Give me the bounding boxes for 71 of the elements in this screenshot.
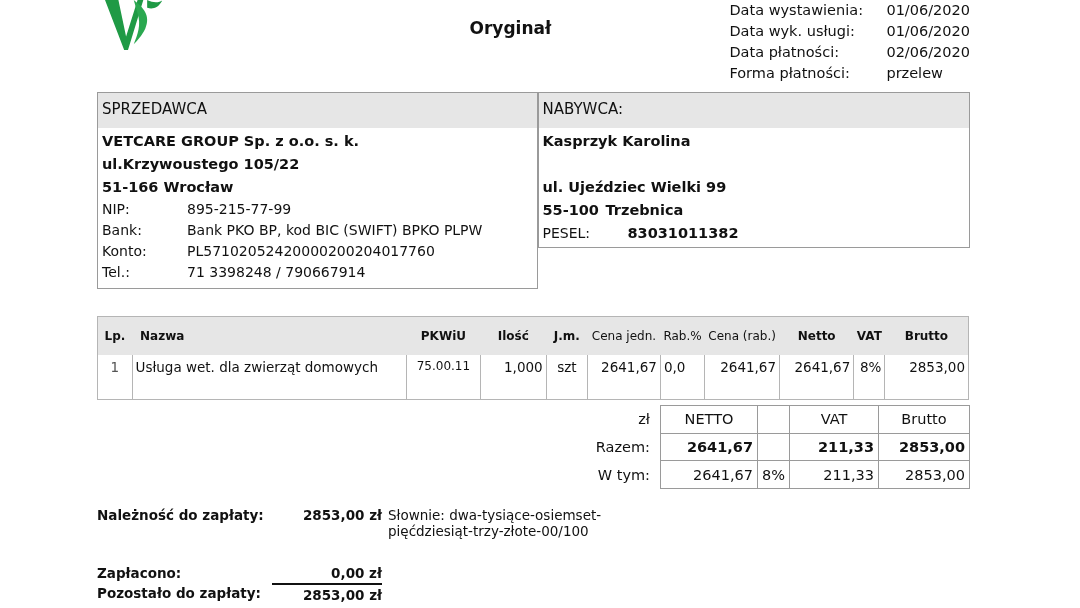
detail-value: 71 3398248 / 790667914 [187, 263, 367, 282]
column-header: Rab.% [660, 316, 705, 355]
detail-value: PL57102052420000200204017760 [187, 242, 436, 261]
column-header: J.m. [546, 316, 588, 355]
column-header: PKWiU [406, 316, 481, 355]
column-header: Brutto [884, 316, 969, 355]
due-amount: 2853,00 zł [301, 507, 382, 523]
date-label: Forma płatności: [729, 64, 851, 83]
table-cell: 211,33 [789, 433, 879, 461]
table-cell: 2641,67 [779, 355, 854, 400]
row-label: W tym: [597, 466, 650, 485]
table-cell: 2853,00 [878, 460, 970, 489]
table-cell: 2853,00 [878, 433, 970, 461]
due-label: Należność do zapłaty: [97, 507, 265, 523]
date-value: 01/06/2020 [886, 1, 970, 20]
date-label: Data płatności: [729, 43, 841, 62]
section-heading: NABYWCA: [538, 93, 969, 128]
column-header: Netto [779, 316, 854, 355]
city: Trzebnica [605, 201, 684, 220]
payment-label: Zapłacono: [97, 564, 183, 583]
detail-label: Bank: [102, 221, 143, 240]
logo-icon [105, 0, 163, 50]
document-mark: Oryginał [469, 18, 553, 38]
table-cell: Usługa wet. dla zwierząt domowych [132, 355, 407, 400]
table-cell: 211,33 [789, 460, 879, 489]
payment-amount: 0,00 zł [330, 564, 382, 583]
table-cell: 8% [757, 460, 790, 489]
table-cell: 8% [853, 355, 885, 400]
date-value: przelew [886, 64, 944, 83]
detail-label: Konto: [102, 242, 148, 261]
detail-value: Bank PKO BP, kod BIC (SWIFT) BPKO PLPW [187, 221, 484, 240]
table-cell: 2853,00 [884, 355, 969, 400]
detail-label: NIP: [102, 200, 131, 219]
detail-label: Tel.: [102, 263, 131, 282]
date-label: Data wystawienia: [729, 1, 865, 20]
date-value: 01/06/2020 [886, 22, 970, 41]
table-cell: szt [546, 355, 588, 400]
postal-code: 55-100 [542, 201, 600, 220]
date-value: 02/06/2020 [886, 43, 970, 62]
section-heading: SPRZEDAWCA [98, 93, 537, 128]
pesel-value: 83031011382 [627, 224, 739, 243]
table-cell: 2641,67 [587, 355, 661, 400]
currency-label: zł [638, 410, 650, 429]
seller-line: ul.Krzywoustego 105/22 [102, 155, 301, 174]
column-header: Brutto [878, 405, 970, 434]
detail-value: 895-215-77-99 [187, 200, 293, 219]
column-header: VAT [789, 405, 879, 434]
column-header: Cena jedn. [587, 316, 661, 355]
column-header: Cena (rab.) [704, 316, 780, 355]
detail-label: PESEL: [542, 225, 592, 241]
payment-label: Pozostało do zapłaty: [97, 584, 262, 603]
column-header: VAT [853, 316, 885, 355]
column-header: Ilość [480, 316, 547, 355]
seller-line: VETCARE GROUP Sp. z o.o. s. k. [102, 132, 361, 151]
column-header: Lp. [97, 316, 132, 355]
seller-line: 51-166 Wrocław [102, 178, 235, 197]
table-cell: 2641,67 [660, 433, 758, 461]
table-cell: 2641,67 [704, 355, 780, 400]
date-label: Data wyk. usługi: [729, 22, 856, 41]
table-cell: 75.00.11 [406, 355, 481, 400]
amount-in-words: Słownie: dwa-tysiące-osiemset-pięćdziesiąt-trzy-złote-00/100 [388, 507, 603, 539]
row-label: Razem: [595, 438, 650, 457]
table-cell: 2641,67 [660, 460, 758, 489]
column-header: Nazwa [132, 316, 407, 355]
column-header: NETTO [660, 405, 758, 434]
table-cell: 1 [97, 355, 132, 400]
table-cell: 1,000 [480, 355, 547, 400]
payment-amount: 2853,00 zł [272, 583, 382, 605]
buyer-address: ul. Ujeździec Wielki 99 [542, 178, 728, 197]
table-cell: 0,0 [660, 355, 705, 400]
buyer-name: Kasprzyk Karolina [542, 132, 692, 151]
